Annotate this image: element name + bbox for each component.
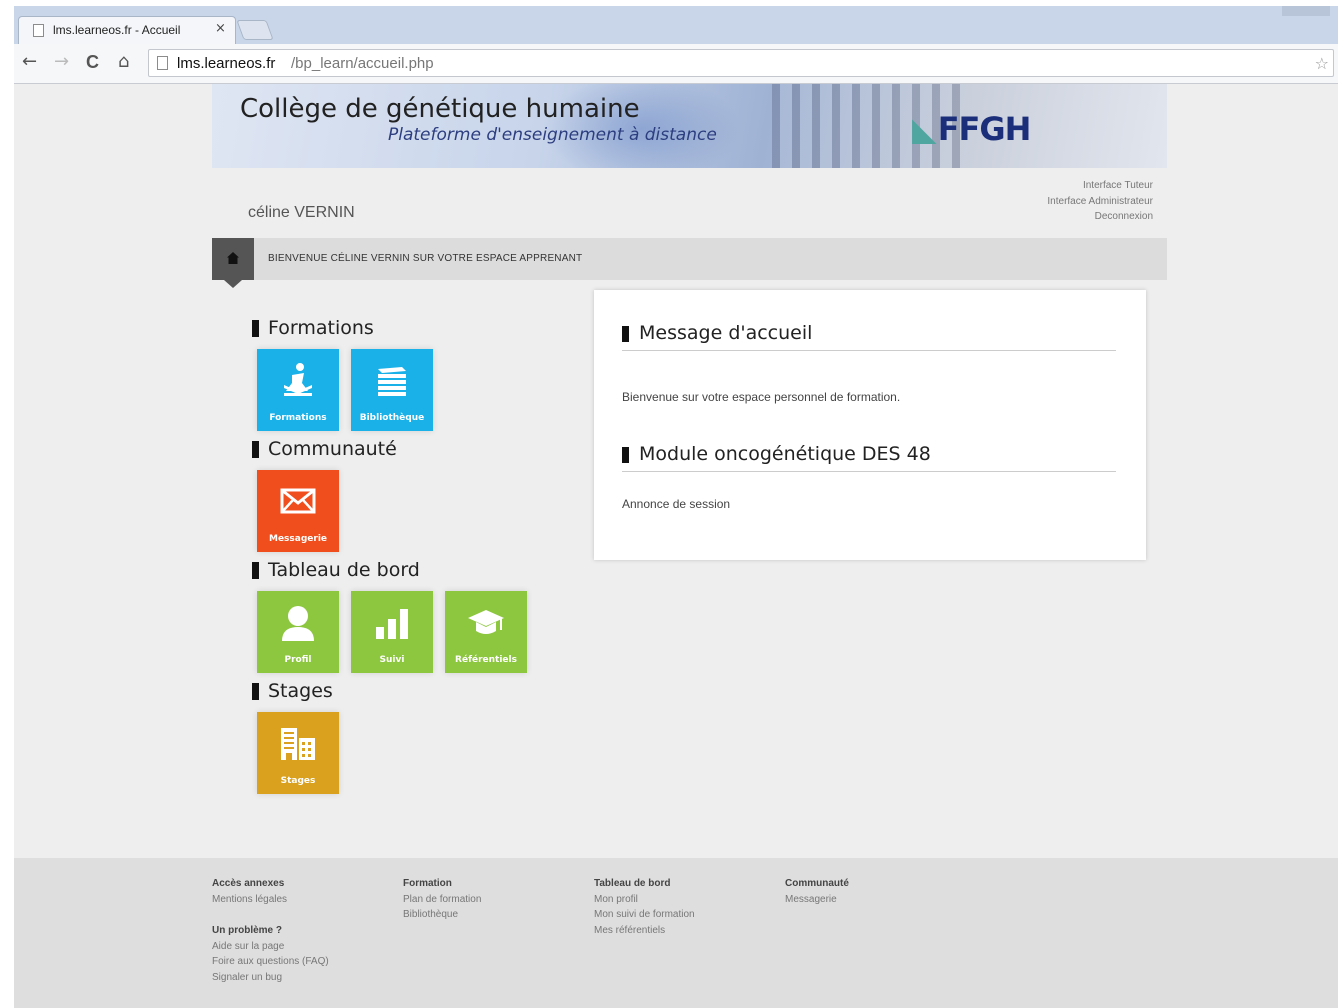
tutor-interface-link[interactable]: Interface Tuteur bbox=[1047, 178, 1153, 194]
faq-link[interactable]: Foire aux questions (FAQ) bbox=[212, 954, 329, 970]
tile-label: Bibliothèque bbox=[359, 413, 425, 423]
welcome-bar: BIENVENUE CÉLINE VERNIN SUR VOTRE ESPACE… bbox=[212, 238, 1167, 288]
page-content: Collège de génétique humaine Plateforme … bbox=[14, 84, 1338, 1008]
my-profile-link[interactable]: Mon profil bbox=[594, 892, 695, 908]
messagerie-tile[interactable]: Messagerie bbox=[257, 470, 339, 552]
tab-title: lms.learneos.fr - Accueil bbox=[53, 23, 181, 37]
session-announcement-text: Annonce de session bbox=[622, 497, 731, 511]
close-tab-icon[interactable]: × bbox=[215, 21, 226, 36]
legal-notice-link[interactable]: Mentions légales bbox=[212, 892, 329, 908]
bar-chart-icon bbox=[376, 609, 408, 639]
bookmark-star-icon[interactable]: ☆ bbox=[1315, 54, 1329, 73]
url-path: /bp_learn/accueil.php bbox=[291, 55, 434, 72]
window-controls[interactable] bbox=[1282, 6, 1330, 16]
welcome-message: BIENVENUE CÉLINE VERNIN SUR VOTRE ESPACE… bbox=[268, 253, 583, 264]
new-tab-button[interactable] bbox=[236, 20, 274, 40]
tab-strip: lms.learneos.fr - Accueil × bbox=[14, 6, 1338, 44]
envelope-icon bbox=[280, 488, 316, 514]
url-host: lms.learneos.fr bbox=[177, 55, 276, 72]
report-bug-link[interactable]: Signaler un bug bbox=[212, 970, 329, 986]
home-icon[interactable]: ⌂ bbox=[118, 52, 129, 72]
formations-tile[interactable]: Formations bbox=[257, 349, 339, 431]
my-references-link[interactable]: Mes référentiels bbox=[594, 923, 695, 939]
section-title-formations: Formations bbox=[252, 317, 374, 339]
messaging-link[interactable]: Messagerie bbox=[785, 892, 849, 908]
footer-heading: Formation bbox=[403, 878, 452, 889]
browser-tab-accueil[interactable]: lms.learneos.fr - Accueil × bbox=[18, 16, 236, 44]
reload-icon[interactable]: C bbox=[86, 52, 99, 72]
house-icon bbox=[227, 252, 239, 264]
tile-label: Formations bbox=[269, 413, 327, 423]
suivi-tile[interactable]: Suivi bbox=[351, 591, 433, 673]
footer-heading: Un problème ? bbox=[212, 925, 283, 936]
home-button[interactable] bbox=[212, 238, 254, 288]
library-link[interactable]: Bibliothèque bbox=[403, 907, 481, 923]
browser-window: lms.learneos.fr - Accueil × ← → C ⌂ lms.… bbox=[14, 6, 1338, 84]
tile-label: Messagerie bbox=[268, 534, 328, 544]
profil-tile[interactable]: Profil bbox=[257, 591, 339, 673]
footer-heading: Tableau de bord bbox=[594, 878, 671, 889]
referentiels-tile[interactable]: Référentiels bbox=[445, 591, 527, 673]
messages-panel: Message d'accueil Bienvenue sur votre es… bbox=[594, 290, 1146, 560]
logout-link[interactable]: Deconnexion bbox=[1047, 209, 1153, 225]
footer-col-annexes: Accès annexes Mentions légales Un problè… bbox=[212, 876, 329, 985]
user-icon bbox=[282, 606, 314, 641]
module-heading: Module oncogénétique DES 48 bbox=[622, 443, 1116, 472]
page-icon bbox=[33, 24, 44, 37]
training-plan-link[interactable]: Plan de formation bbox=[403, 892, 481, 908]
account-links: Interface Tuteur Interface Administrateu… bbox=[1047, 178, 1153, 225]
welcome-message-text: Bienvenue sur votre espace personnel de … bbox=[622, 390, 901, 404]
header-banner: Collège de génétique humaine Plateforme … bbox=[212, 84, 1167, 168]
section-title-tableau-de-bord: Tableau de bord bbox=[252, 559, 420, 581]
browser-toolbar: ← → C ⌂ lms.learneos.fr /bp_learn/accuei… bbox=[14, 44, 1338, 84]
site-subtitle: Plateforme d'enseignement à distance bbox=[388, 125, 717, 145]
footer-col-dashboard: Tableau de bord Mon profil Mon suivi de … bbox=[594, 876, 695, 938]
site-title: Collège de génétique humaine bbox=[240, 94, 640, 124]
bibliotheque-tile[interactable]: Bibliothèque bbox=[351, 349, 433, 431]
graduation-cap-icon bbox=[468, 610, 504, 634]
footer-heading: Communauté bbox=[785, 878, 849, 889]
footer: Accès annexes Mentions légales Un problè… bbox=[14, 858, 1338, 1008]
tile-label: Référentiels bbox=[455, 655, 517, 665]
footer-heading: Accès annexes bbox=[212, 878, 285, 889]
section-title-stages: Stages bbox=[252, 680, 333, 702]
user-name: céline VERNIN bbox=[248, 204, 355, 221]
my-training-progress-link[interactable]: Mon suivi de formation bbox=[594, 907, 695, 923]
stages-tile[interactable]: Stages bbox=[257, 712, 339, 794]
logo-text: FFGH bbox=[937, 110, 1032, 148]
tile-label: Stages bbox=[280, 776, 316, 786]
footer-col-formation: Formation Plan de formation Bibliothèque bbox=[403, 876, 481, 923]
admin-interface-link[interactable]: Interface Administrateur bbox=[1047, 194, 1153, 210]
stacked-books-icon bbox=[378, 367, 406, 396]
building-icon bbox=[281, 728, 315, 760]
welcome-message-heading: Message d'accueil bbox=[622, 322, 1116, 351]
tile-label: Suivi bbox=[379, 655, 405, 665]
reading-person-icon bbox=[284, 363, 312, 396]
tile-label: Profil bbox=[284, 655, 312, 665]
page-help-link[interactable]: Aide sur la page bbox=[212, 939, 329, 955]
forward-arrow-icon[interactable]: → bbox=[54, 52, 69, 72]
ffgh-logo: ◣FFGH bbox=[912, 110, 1032, 148]
page-icon bbox=[157, 56, 168, 70]
footer-col-community: Communauté Messagerie bbox=[785, 876, 849, 907]
address-bar[interactable]: lms.learneos.fr /bp_learn/accueil.php ☆ bbox=[148, 49, 1334, 77]
logo-mark-icon: ◣ bbox=[912, 110, 937, 148]
section-title-communaute: Communauté bbox=[252, 438, 397, 460]
back-arrow-icon[interactable]: ← bbox=[22, 52, 37, 72]
